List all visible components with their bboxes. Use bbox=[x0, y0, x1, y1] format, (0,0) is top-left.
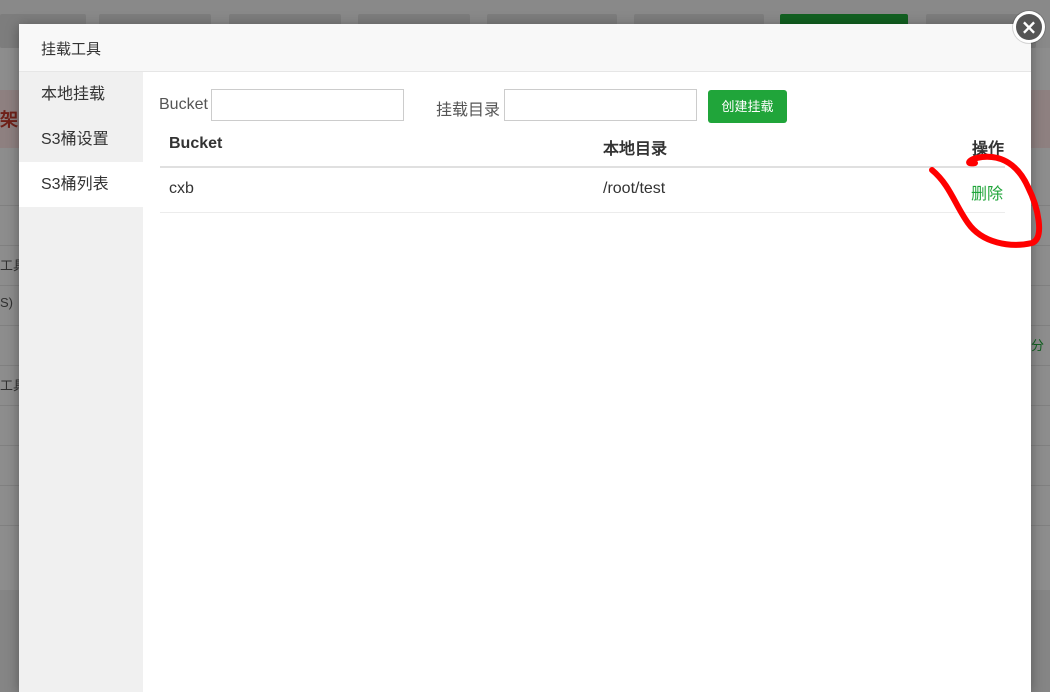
table-row: cxb /root/test 删除 bbox=[160, 168, 1005, 213]
close-button[interactable]: × bbox=[1013, 11, 1045, 43]
sidebar-item-s3-list[interactable]: S3桶列表 bbox=[19, 162, 143, 207]
sidebar-item-s3-settings[interactable]: S3桶设置 bbox=[19, 117, 143, 162]
mount-dir-label: 挂载目录 bbox=[436, 102, 501, 119]
cell-bucket: cxb bbox=[169, 180, 194, 197]
dialog-header: 挂载工具 bbox=[19, 24, 1031, 72]
bucket-input[interactable] bbox=[211, 89, 404, 121]
dialog-sidebar: 本地挂载 S3桶设置 S3桶列表 bbox=[19, 72, 143, 692]
bucket-label: Bucket bbox=[159, 96, 208, 113]
mount-tool-dialog: 挂载工具 本地挂载 S3桶设置 S3桶列表 Bucket 挂载目录 创建挂载 B… bbox=[19, 24, 1031, 692]
column-header-bucket: Bucket bbox=[169, 135, 223, 152]
sidebar-item-local-mount[interactable]: 本地挂载 bbox=[19, 72, 143, 117]
delete-link[interactable]: 删除 bbox=[971, 180, 1003, 204]
column-header-action: 操作 bbox=[972, 141, 1005, 158]
create-mount-button[interactable]: 创建挂载 bbox=[708, 90, 787, 123]
dialog-title: 挂载工具 bbox=[41, 41, 102, 58]
cell-local-dir: /root/test bbox=[603, 180, 666, 197]
dialog-content: Bucket 挂载目录 创建挂载 Bucket 本地目录 操作 cxb /roo… bbox=[143, 72, 1031, 692]
table-header: Bucket 本地目录 操作 bbox=[160, 124, 1005, 168]
column-header-local-dir: 本地目录 bbox=[603, 141, 668, 158]
close-icon: × bbox=[1016, 14, 1042, 40]
mount-dir-input[interactable] bbox=[504, 89, 697, 121]
